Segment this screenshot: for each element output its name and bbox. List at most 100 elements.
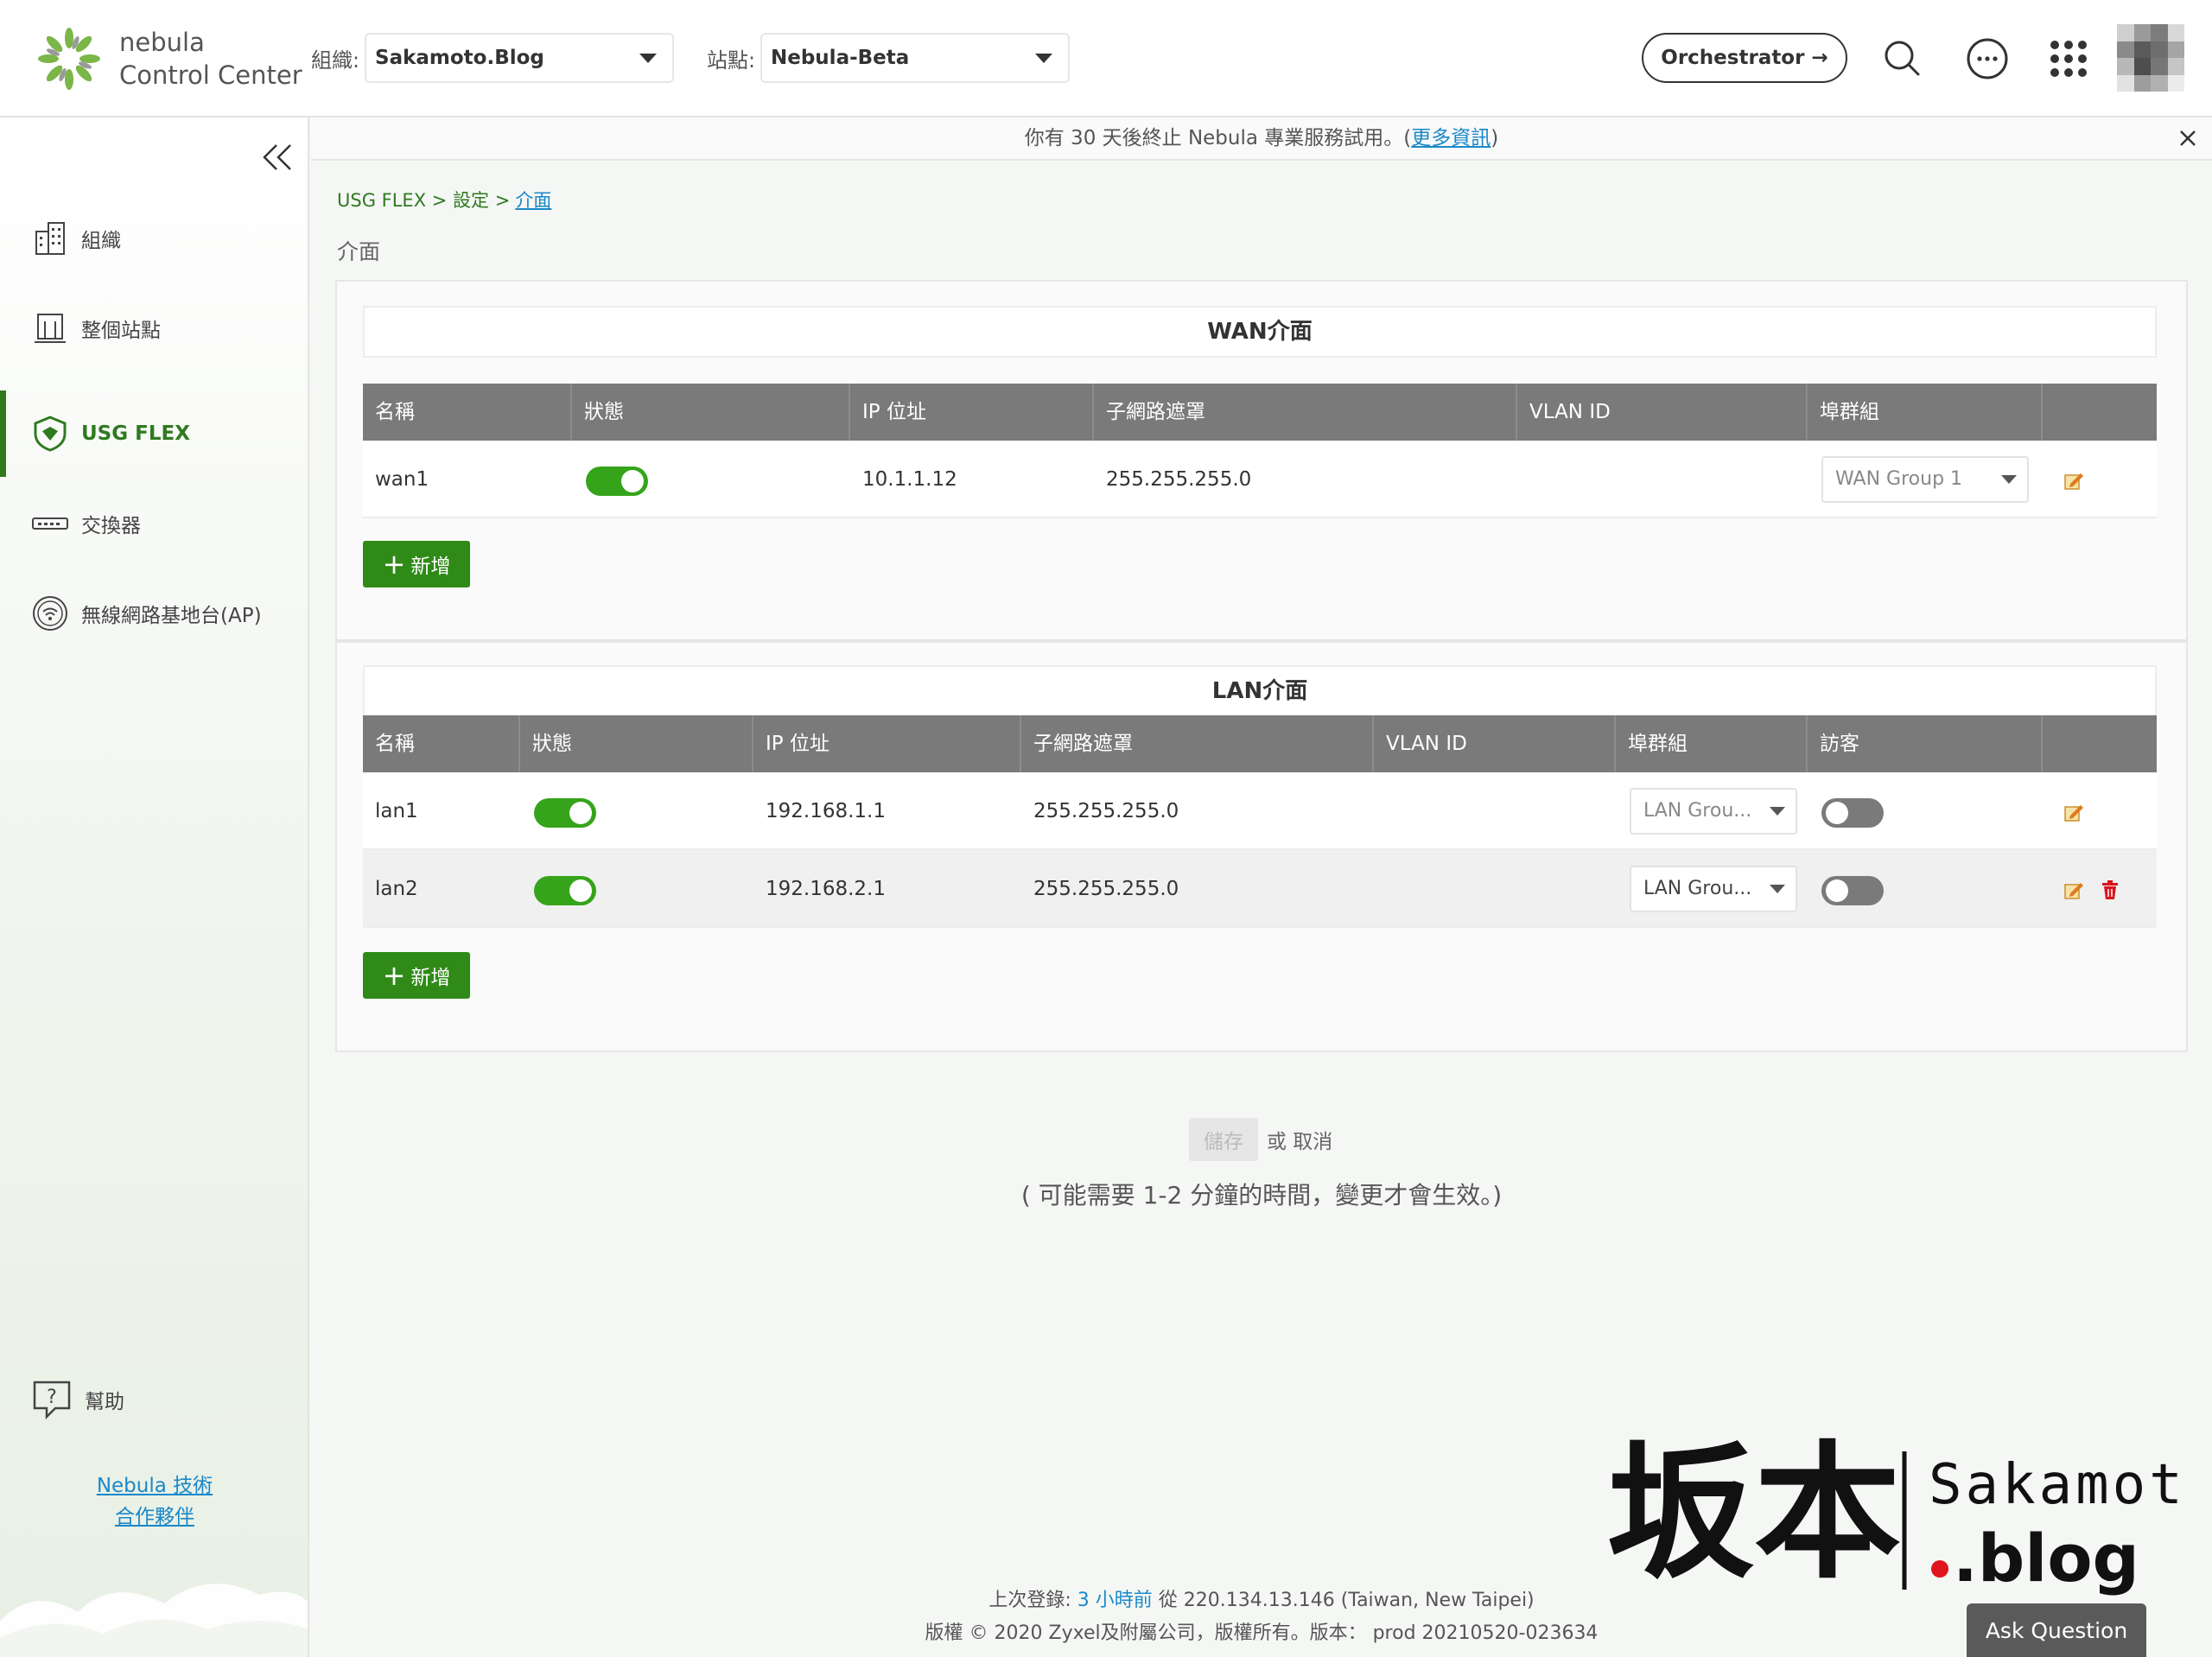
banner-suffix: ): [1491, 127, 1499, 149]
help-link[interactable]: ? 幫助: [31, 1379, 124, 1420]
row-name: wan1: [375, 468, 429, 491]
cancel-link[interactable]: 或 取消: [1267, 1125, 1332, 1154]
status-toggle[interactable]: [534, 876, 596, 905]
col-vlan[interactable]: VLAN ID: [1517, 384, 1808, 441]
add-wan-button[interactable]: + 新增: [363, 541, 470, 587]
col-actions: [2043, 384, 2157, 441]
port-group-value: LAN Grou...: [1643, 800, 1752, 822]
collapse-sidebar-icon[interactable]: [259, 138, 297, 176]
brand-line2: Control Center: [119, 60, 302, 90]
search-icon[interactable]: [1878, 35, 1927, 83]
lan-section-title: LAN介面: [363, 665, 2157, 717]
port-group-select[interactable]: LAN Grou...: [1630, 788, 1797, 835]
col-ip[interactable]: IP 位址: [850, 384, 1094, 441]
add-label: 新增: [410, 967, 451, 989]
sidebar-item-label: 組織: [81, 230, 121, 252]
partner-line2: 合作夥伴: [115, 1506, 194, 1528]
row-mask: 255.255.255.0: [1033, 800, 1179, 822]
sidebar-item-ap[interactable]: 無線網路基地台(AP): [0, 582, 308, 644]
row-name: lan1: [375, 800, 418, 822]
trial-banner: 你有 30 天後終止 Nebula 專業服務試用。(更多資訊): [311, 117, 2212, 161]
col-mask[interactable]: 子網路遮罩: [1094, 384, 1517, 441]
ask-question-button[interactable]: Ask Question: [1967, 1603, 2146, 1657]
col-mask[interactable]: 子網路遮罩: [1021, 715, 1374, 772]
site-label: 站點:: [707, 48, 756, 73]
save-cancel-row: 儲存 或 取消: [1189, 1118, 1332, 1161]
col-ip[interactable]: IP 位址: [753, 715, 1021, 772]
col-port-group[interactable]: 埠群組: [1616, 715, 1808, 772]
shield-icon: [34, 416, 67, 452]
close-icon[interactable]: [2176, 126, 2200, 150]
partner-link[interactable]: Nebula 技術 合作夥伴: [0, 1470, 308, 1533]
watermark-line1: Sakamoto: [1929, 1453, 2177, 1517]
col-status[interactable]: 狀態: [520, 715, 753, 772]
row-mask: 255.255.255.0: [1106, 468, 1252, 491]
guest-toggle[interactable]: [1821, 798, 1884, 828]
sidebar-item-label: 整個站點: [81, 320, 161, 342]
edit-icon[interactable]: [2063, 802, 2084, 822]
clouds-decoration: [0, 1584, 308, 1657]
col-name[interactable]: 名稱: [363, 715, 520, 772]
sidebar-item-label: 交換器: [81, 515, 141, 537]
last-login-time[interactable]: 3 小時前: [1077, 1590, 1153, 1611]
nebula-logo-icon[interactable]: [35, 24, 104, 93]
help-icon: ?: [33, 1381, 71, 1420]
sidebar-item-organization[interactable]: 組織: [0, 207, 308, 270]
orchestrator-button[interactable]: Orchestrator →: [1642, 33, 1847, 83]
row-ip: 192.168.1.1: [766, 800, 886, 822]
breadcrumb-path[interactable]: USG FLEX > 設定 >: [337, 190, 510, 211]
last-login-prefix: 上次登錄:: [988, 1590, 1071, 1611]
banner-text: 你有 30 天後終止 Nebula 專業服務試用。(: [1024, 127, 1412, 149]
table-row: lan2 192.168.2.1 255.255.255.0 LAN Grou.…: [363, 850, 2157, 928]
top-bar: nebula Control Center 組織: Sakamoto.Blog …: [0, 0, 2212, 117]
chevron-down-icon: [1770, 885, 1785, 893]
chevron-down-icon: [2001, 475, 2017, 484]
port-group-value: LAN Grou...: [1643, 878, 1752, 899]
more-options-icon[interactable]: [1963, 35, 2012, 83]
sidebar-item-switch[interactable]: 交換器: [0, 492, 308, 555]
lan-panel: LAN介面 名稱 狀態 IP 位址 子網路遮罩 VLAN ID 埠群組 訪客 l…: [335, 641, 2188, 1052]
org-label: 組織:: [311, 48, 360, 73]
add-label: 新增: [410, 556, 451, 578]
more-info-link[interactable]: 更多資訊: [1411, 127, 1491, 149]
building-icon: [35, 222, 65, 255]
col-port-group[interactable]: 埠群組: [1808, 384, 2043, 441]
col-guest[interactable]: 訪客: [1808, 715, 2043, 772]
org-select-value: Sakamoto.Blog: [375, 47, 544, 69]
site-select[interactable]: Nebula-Beta: [760, 33, 1070, 83]
status-toggle[interactable]: [534, 798, 596, 828]
col-status[interactable]: 狀態: [572, 384, 850, 441]
wan-panel: WAN介面 名稱 狀態 IP 位址 子網路遮罩 VLAN ID 埠群組 wan1…: [335, 280, 2188, 641]
col-vlan[interactable]: VLAN ID: [1374, 715, 1616, 772]
wan-table-header: 名稱 狀態 IP 位址 子網路遮罩 VLAN ID 埠群組: [363, 384, 2157, 441]
save-button[interactable]: 儲存: [1189, 1118, 1258, 1161]
add-lan-button[interactable]: + 新增: [363, 952, 470, 999]
breadcrumb-current[interactable]: 介面: [515, 190, 551, 211]
sidebar-item-label: USG FLEX: [81, 422, 190, 445]
user-avatar[interactable]: [2117, 24, 2184, 92]
app-grid-icon[interactable]: [2044, 35, 2093, 83]
apply-note: ( 可能需要 1-2 分鐘的時間，變更才會生效。): [1020, 1181, 1503, 1209]
sidebar-item-usg-flex[interactable]: USG FLEX: [0, 390, 308, 477]
port-group-select[interactable]: LAN Grou...: [1630, 866, 1797, 912]
partner-line1: Nebula 技術: [96, 1475, 213, 1497]
sidebar-item-label: 無線網路基地台(AP): [81, 605, 262, 627]
row-mask: 255.255.255.0: [1033, 878, 1179, 900]
status-toggle[interactable]: [586, 467, 648, 496]
row-ip: 10.1.1.12: [862, 468, 957, 491]
port-group-select[interactable]: WAN Group 1: [1821, 456, 2029, 503]
table-row: lan1 192.168.1.1 255.255.255.0 LAN Grou.…: [363, 772, 2157, 850]
col-name[interactable]: 名稱: [363, 384, 572, 441]
table-row: wan1 10.1.1.12 255.255.255.0 WAN Group 1: [363, 441, 2157, 518]
wifi-icon: [33, 596, 67, 631]
port-group-value: WAN Group 1: [1835, 468, 1963, 490]
guest-toggle[interactable]: [1821, 876, 1884, 905]
delete-icon[interactable]: [2100, 879, 2120, 900]
edit-icon[interactable]: [2063, 470, 2084, 491]
edit-icon[interactable]: [2063, 879, 2084, 900]
wan-section-title: WAN介面: [363, 306, 2157, 358]
page-title: 介面: [337, 239, 381, 264]
sidebar-item-site-wide[interactable]: 整個站點: [0, 297, 308, 359]
org-select[interactable]: Sakamoto.Blog: [365, 33, 674, 83]
row-name: lan2: [375, 878, 418, 900]
